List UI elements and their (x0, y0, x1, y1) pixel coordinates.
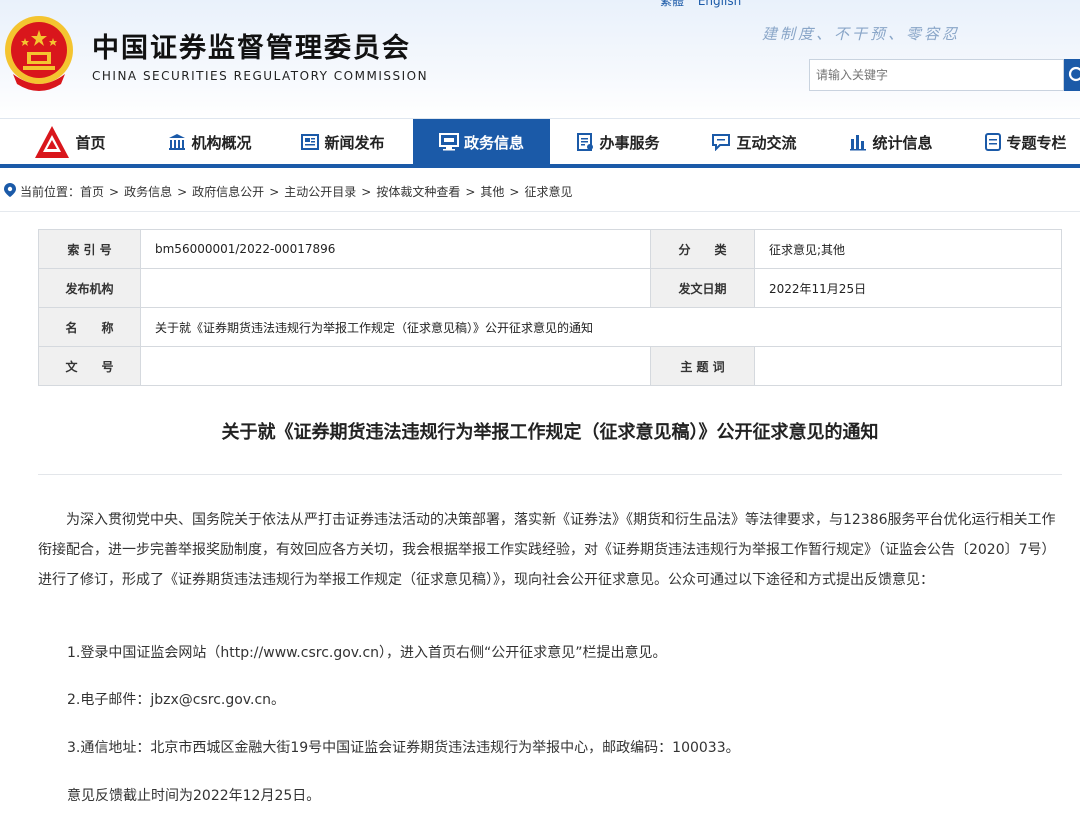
article-item-website: 1.登录中国证监会网站（http://www.csrc.gov.cn），进入首页… (67, 645, 667, 661)
breadcrumb-home[interactable]: 首页 (80, 183, 104, 200)
publisher-label: 发布机构 (38, 268, 141, 308)
document-info-table: 索 引 号 bm56000001/2022-00017896 分 类 征求意见;… (38, 229, 1062, 386)
article-title: 关于就《证券期货违法违规行为举报工作规定（征求意见稿）》公开征求意见的通知 (221, 422, 879, 443)
search-icon (1068, 66, 1080, 82)
index-value: bm56000001/2022-00017896 (140, 229, 651, 269)
nav-statistics[interactable]: 统计信息 (833, 119, 949, 165)
site-title-en: CHINA SECURITIES REGULATORY COMMISSION (92, 69, 429, 83)
breadcrumb-disclosure[interactable]: 政府信息公开 (192, 183, 264, 200)
breadcrumb-separator: > (269, 184, 280, 199)
nav-statistics-label: 统计信息 (872, 133, 933, 152)
article-divider (38, 474, 1062, 475)
docno-label: 文 号 (38, 346, 141, 386)
chat-icon (711, 133, 731, 151)
breadcrumb-separator: > (361, 184, 372, 199)
top-link-english[interactable]: English (698, 0, 741, 8)
article-item-address: 3.通信地址：北京市西城区金融大街19号中国证监会证券期货违法违规行为举报中心，… (67, 740, 740, 756)
keywords-label: 主 题 词 (650, 346, 755, 386)
nav-special-topics-label: 专题专栏 (1006, 133, 1067, 152)
monitor-icon (438, 133, 459, 151)
slogan: 建制度、不干预、零容忍 (762, 25, 961, 43)
date-value: 2022年11月25日 (754, 268, 1062, 308)
breadcrumb-separator: > (109, 184, 120, 199)
breadcrumb-separator: > (509, 184, 520, 199)
nav-home-label: 首页 (75, 133, 106, 152)
building-icon (168, 133, 186, 151)
site-title-cn[interactable]: 中国证券监督管理委员会 (92, 26, 411, 65)
date-label: 发文日期 (650, 268, 755, 308)
breadcrumb-other[interactable]: 其他 (480, 183, 504, 200)
nav-home[interactable]: 首页 (20, 119, 120, 165)
breadcrumb: 当前位置： 首页 > 政务信息 > 政府信息公开 > 主动公开目录 > 按体裁文… (4, 183, 573, 200)
table-row: 文 号 主 题 词 (38, 346, 1062, 386)
article-deadline: 意见反馈截止时间为2022年12月25日。 (67, 788, 321, 804)
document-list-icon (576, 133, 594, 151)
category-value: 征求意见;其他 (754, 229, 1062, 269)
docno-value (140, 346, 651, 386)
newspaper-icon (301, 133, 320, 151)
breadcrumb-divider (0, 211, 1080, 212)
publisher-value (140, 268, 651, 308)
table-row: 索 引 号 bm56000001/2022-00017896 分 类 征求意见;… (38, 229, 1062, 269)
index-label: 索 引 号 (38, 229, 141, 269)
nav-news-label: 新闻发布 (324, 133, 385, 152)
csrc-logo-icon (34, 125, 70, 159)
category-label: 分 类 (650, 229, 755, 269)
main-nav: 首页 机构概况 新闻发布 政务信息 办事服务 互动交流 统计信息 专题专栏 (0, 118, 1080, 168)
nav-about-label: 机构概况 (191, 133, 252, 152)
nav-special-topics[interactable]: 专题专栏 (970, 119, 1080, 165)
nav-services[interactable]: 办事服务 (560, 119, 676, 165)
breadcrumb-prefix: 当前位置： (20, 185, 81, 199)
keywords-value (754, 346, 1062, 386)
breadcrumb-separator: > (465, 184, 476, 199)
breadcrumb-government-info[interactable]: 政务信息 (124, 183, 172, 200)
top-links: 繁體 English (660, 0, 751, 9)
location-pin-icon (4, 183, 16, 200)
breadcrumb-catalog[interactable]: 主动公开目录 (284, 183, 356, 200)
nav-news[interactable]: 新闻发布 (285, 119, 401, 165)
search-input[interactable] (810, 60, 1055, 90)
national-emblem-icon (5, 16, 73, 91)
table-row: 发布机构 发文日期 2022年11月25日 (38, 268, 1062, 308)
nav-interaction[interactable]: 互动交流 (696, 119, 812, 165)
nav-services-label: 办事服务 (599, 133, 660, 152)
site-header: 繁體 English 中国证券监督管理委员会 CHINA SECURITIES … (0, 0, 1080, 118)
article-paragraph: 为深入贯彻党中央、国务院关于依法从严打击证券违法活动的决策部署，落实新《证券法》… (38, 512, 1056, 588)
file-icon (985, 133, 1002, 151)
top-link-traditional[interactable]: 繁體 (660, 0, 684, 8)
name-value: 关于就《证券期货违法违规行为举报工作规定（征求意见稿）》公开征求意见的通知 (140, 307, 1062, 347)
nav-government-info-label: 政务信息 (463, 133, 524, 152)
nav-interaction-label: 互动交流 (736, 133, 797, 152)
search-button[interactable] (1064, 59, 1080, 91)
bar-chart-icon (849, 133, 867, 151)
search-box (809, 59, 1064, 91)
name-label: 名 称 (38, 307, 141, 347)
breadcrumb-consultation[interactable]: 征求意见 (524, 183, 572, 200)
nav-government-info[interactable]: 政务信息 (413, 119, 550, 165)
breadcrumb-by-genre[interactable]: 按体裁文种查看 (376, 183, 460, 200)
nav-about[interactable]: 机构概况 (152, 119, 268, 165)
article-item-email: 2.电子邮件：jbzx@csrc.gov.cn。 (67, 692, 286, 708)
breadcrumb-separator: > (177, 184, 188, 199)
table-row: 名 称 关于就《证券期货违法违规行为举报工作规定（征求意见稿）》公开征求意见的通… (38, 307, 1062, 347)
